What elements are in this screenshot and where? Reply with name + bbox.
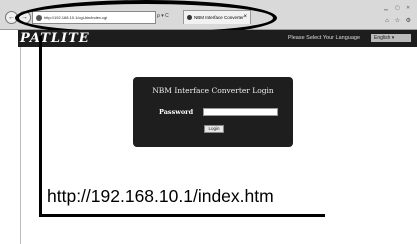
- language-select[interactable]: English ▾: [371, 34, 411, 42]
- patlite-logo: PATLITE: [20, 31, 90, 46]
- toolbar-icons[interactable]: ⌂ ☆ ⚙: [385, 17, 413, 24]
- language-value: English: [374, 35, 391, 41]
- page-header: PATLITE Please Select Your Language Engl…: [18, 30, 417, 47]
- callout-line-horizontal: [39, 214, 325, 217]
- language-label: Please Select Your Language: [287, 35, 360, 41]
- chevron-down-icon: ▾: [391, 35, 395, 41]
- back-arrow-icon: ←: [8, 14, 15, 21]
- maximize-icon[interactable]: ▢: [395, 5, 400, 11]
- login-panel: NBM Interface Converter Login Password L…: [133, 77, 293, 147]
- login-title: NBM Interface Converter Login: [152, 86, 274, 95]
- minimize-icon[interactable]: ▁: [384, 5, 388, 11]
- page-border: [20, 47, 21, 244]
- close-window-icon[interactable]: ✕: [406, 5, 410, 11]
- password-input[interactable]: [203, 108, 278, 116]
- url-caption: http://192.168.10.1/index.htm: [47, 186, 274, 206]
- login-button[interactable]: Login: [204, 125, 224, 133]
- callout-line-vertical: [39, 36, 42, 216]
- password-label: Password: [159, 108, 194, 116]
